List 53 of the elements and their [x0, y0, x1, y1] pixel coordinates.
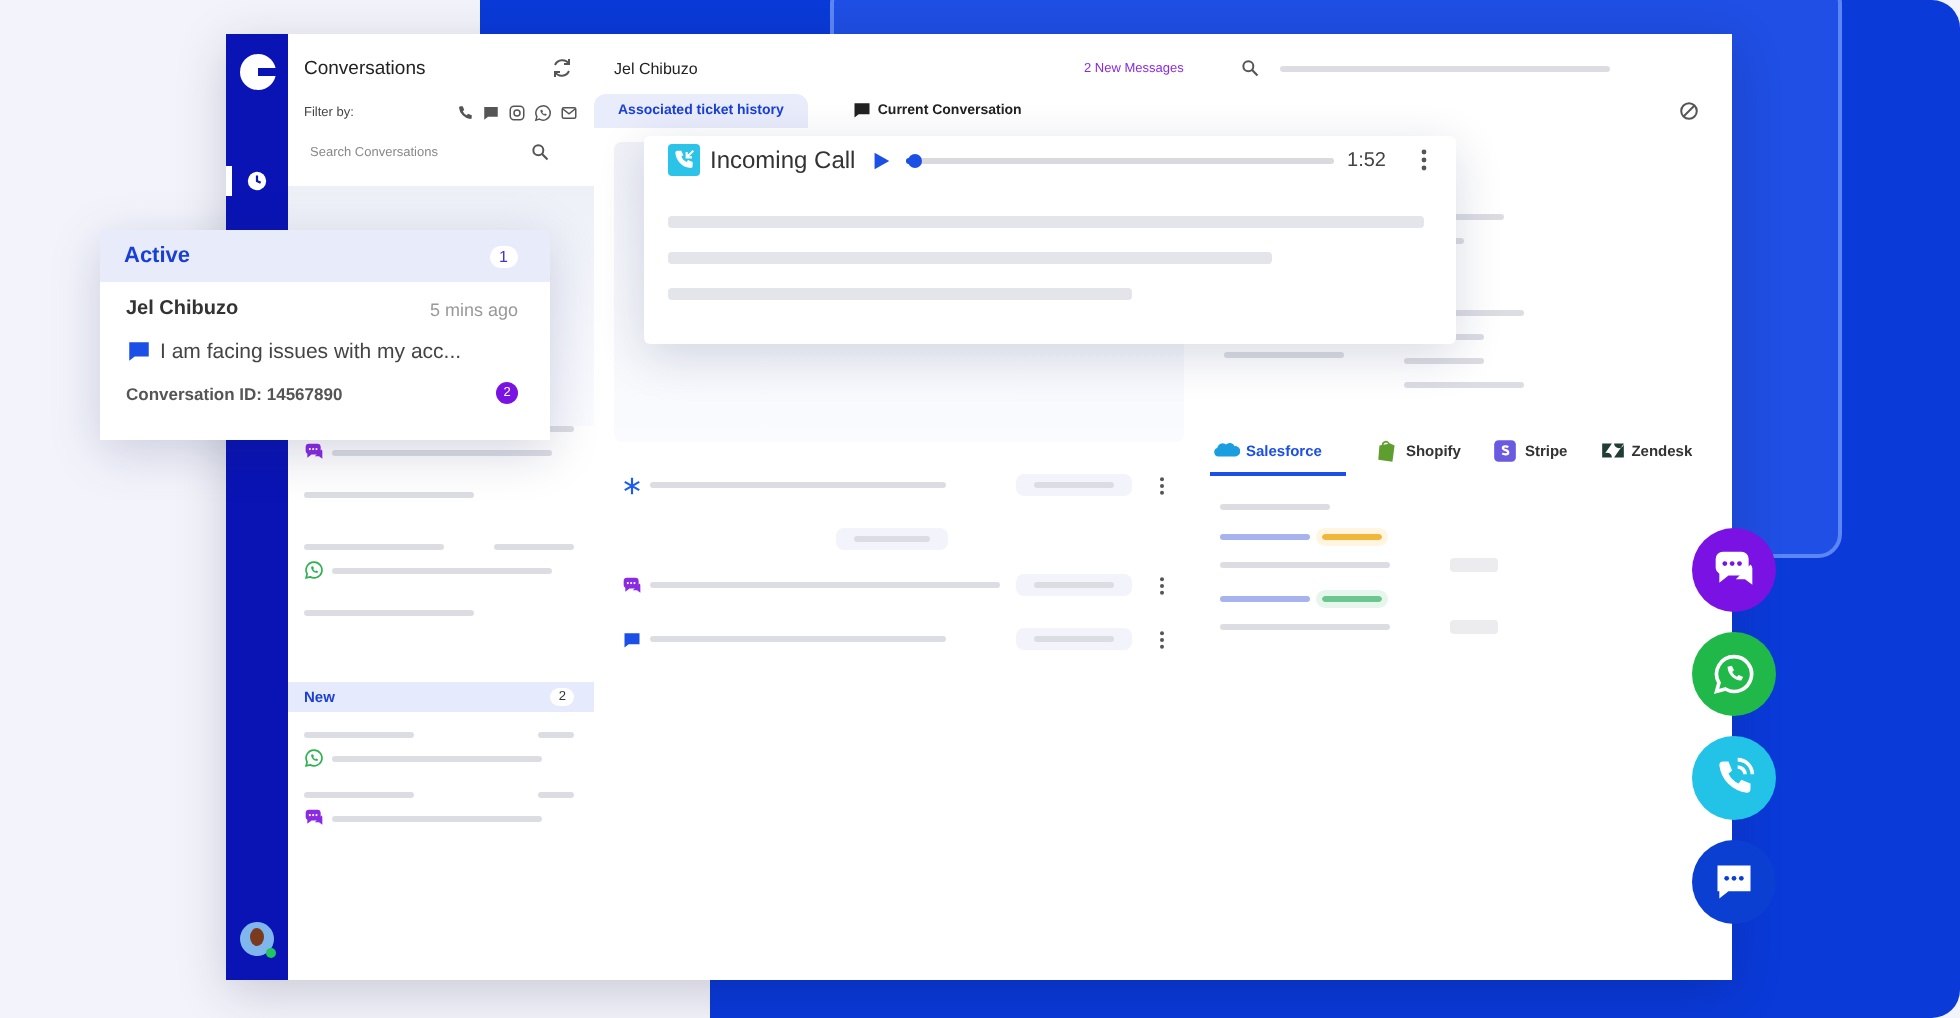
phone-icon[interactable]	[456, 104, 474, 122]
whatsapp-icon	[304, 560, 324, 580]
placeholder-line	[1220, 534, 1310, 540]
zendesk-logo-icon	[1599, 438, 1626, 464]
message-icon	[126, 338, 152, 364]
search-icon	[530, 142, 550, 162]
placeholder-line	[304, 792, 414, 798]
audio-track[interactable]	[905, 157, 1334, 163]
refresh-icon[interactable]	[550, 56, 574, 80]
placeholder-line	[538, 792, 574, 798]
logo-icon	[239, 54, 275, 90]
stripe-logo-icon	[1492, 438, 1519, 464]
timestamp: 5 mins ago	[429, 299, 518, 319]
placeholder-line	[494, 544, 574, 550]
placeholder-line	[304, 544, 444, 550]
placeholder-line	[304, 732, 414, 738]
message-icon	[1712, 860, 1756, 904]
message-icon[interactable]	[482, 104, 500, 122]
message-icon	[851, 100, 872, 120]
play-icon[interactable]	[869, 149, 892, 171]
search-icon[interactable]	[1239, 58, 1260, 78]
avatar-icon[interactable]	[240, 922, 274, 956]
placeholder-tag	[1322, 534, 1382, 540]
chat-bubbles-icon	[304, 442, 324, 462]
count-badge: 1	[489, 245, 518, 267]
whatsapp-icon[interactable]	[534, 104, 552, 122]
message-preview: I am facing issues with my acc...	[160, 339, 462, 363]
placeholder-tag	[1322, 596, 1382, 602]
placeholder-line	[538, 732, 574, 738]
panel-title: Conversations	[304, 57, 426, 79]
incoming-call-icon	[668, 144, 700, 176]
chat-bubbles-icon	[622, 575, 642, 595]
placeholder-line	[1404, 382, 1524, 388]
call-duration: 1:52	[1347, 149, 1386, 171]
contact-name: Jel Chibuzo	[126, 298, 239, 320]
shopify-logo-icon	[1373, 438, 1400, 464]
message-icon	[622, 629, 642, 649]
instagram-icon[interactable]	[508, 104, 526, 122]
placeholder-line	[1220, 596, 1310, 602]
contact-name: Jel Chibuzo	[614, 59, 700, 77]
section-label: Active	[124, 244, 191, 268]
call-title: Incoming Call	[710, 146, 856, 174]
asterisk-icon	[622, 475, 642, 495]
slider-thumb[interactable]	[907, 153, 922, 167]
whatsapp-icon	[304, 748, 324, 768]
chat-bubbles-icon	[304, 808, 324, 828]
clock-icon	[246, 170, 268, 192]
conversation-id: Conversation ID: 14567890	[126, 383, 343, 403]
placeholder-line	[1404, 358, 1484, 364]
placeholder-line	[1220, 504, 1330, 510]
mail-icon[interactable]	[560, 104, 578, 122]
whatsapp-icon	[1712, 652, 1756, 696]
block-icon[interactable]	[1678, 99, 1700, 121]
